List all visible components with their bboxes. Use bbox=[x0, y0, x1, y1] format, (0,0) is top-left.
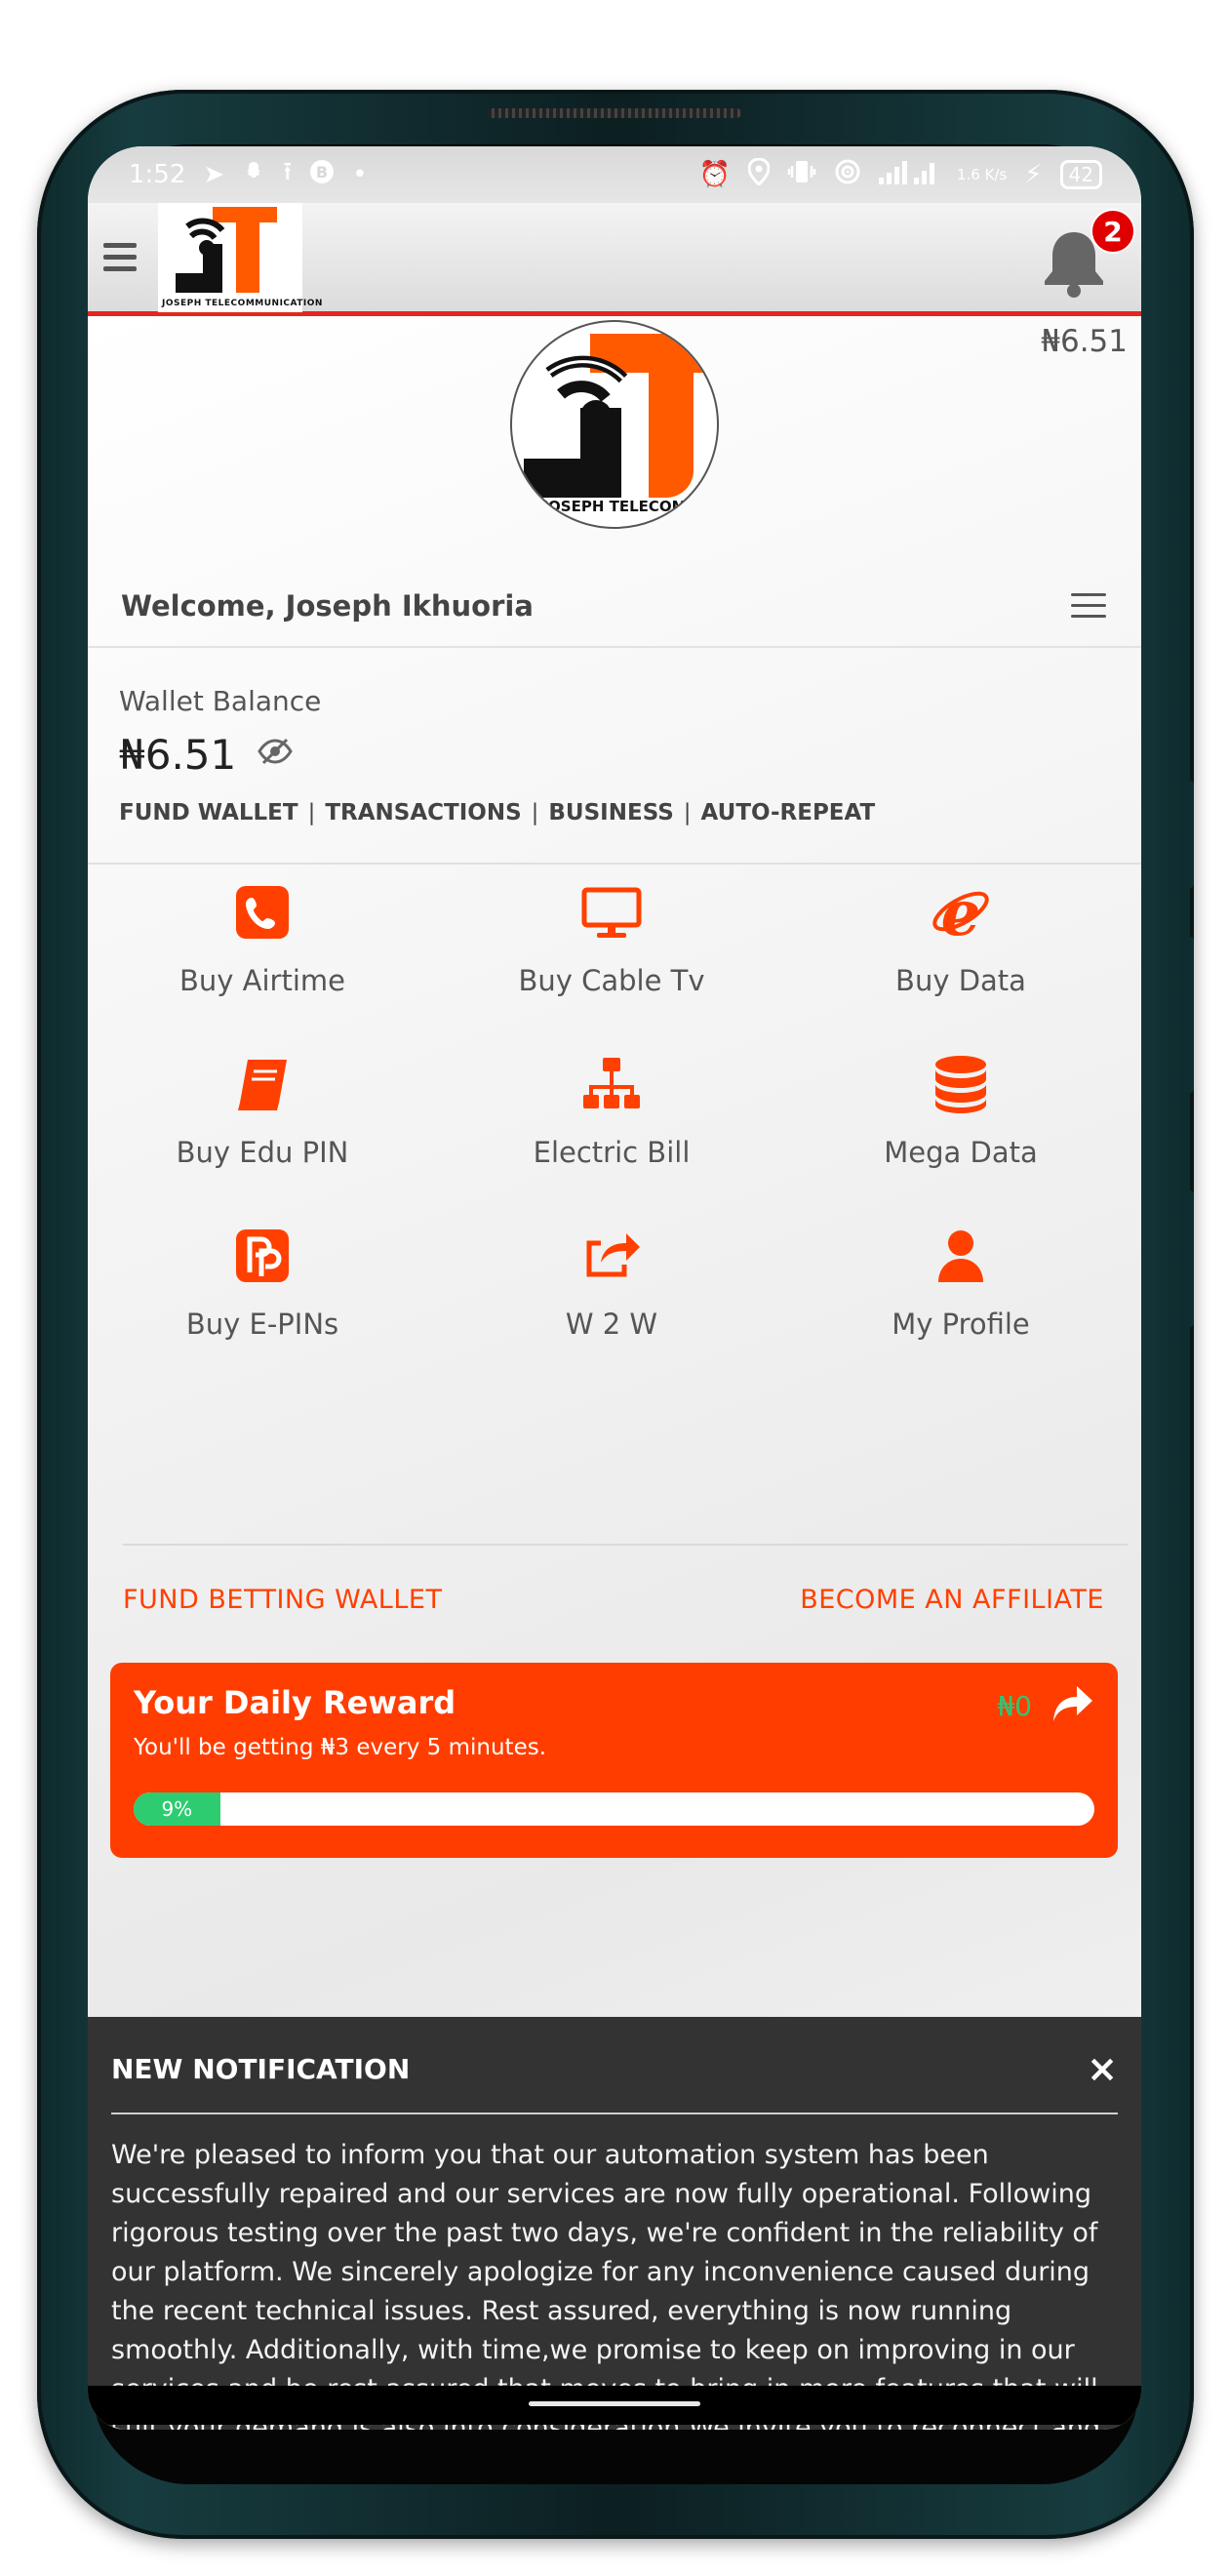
share-icon[interactable] bbox=[1051, 1684, 1094, 1723]
buy-airtime-tile[interactable]: Buy Airtime bbox=[88, 882, 437, 997]
notification-panel: NEW NOTIFICATION × We're pleased to info… bbox=[88, 2017, 1141, 2430]
app-bar: JOSEPH TELECOMMUNICATION 2 bbox=[88, 202, 1141, 316]
share-square-icon bbox=[586, 1233, 640, 1277]
location-icon bbox=[747, 156, 771, 192]
my-profile-label: My Profile bbox=[892, 1308, 1030, 1341]
system-nav-bar bbox=[88, 2386, 1141, 2425]
network-speed: 1.6 K/s bbox=[956, 165, 1008, 183]
wallet-amount: ₦6.51 bbox=[119, 731, 237, 779]
phone-screen: 1:52 ➤ ⭱ B • ⏰ 1.6 K/s ⚡ 42 JOSEPH TELEC… bbox=[88, 146, 1141, 2430]
monitor-icon bbox=[581, 887, 642, 938]
reward-subtitle: You'll be getting ₦3 every 5 minutes. bbox=[134, 1735, 547, 1760]
divider bbox=[88, 863, 1141, 865]
sitemap-icon bbox=[583, 1058, 640, 1108]
become-affiliate-link[interactable]: BECOME AN AFFILIATE bbox=[800, 1585, 1104, 1615]
wallet-section: Wallet Balance ₦6.51 FUND WALLET | TRANS… bbox=[119, 685, 875, 825]
battery-level: 42 bbox=[1059, 160, 1102, 189]
side-button bbox=[1184, 1190, 1194, 1327]
mega-data-label: Mega Data bbox=[884, 1136, 1038, 1169]
side-button bbox=[1184, 781, 1194, 888]
buy-e-pins-label: Buy E-PINs bbox=[185, 1308, 339, 1341]
brand-logo: JOSEPH TELECOM bbox=[510, 320, 719, 529]
nav-drawer-button[interactable] bbox=[103, 243, 137, 271]
phone-icon bbox=[236, 886, 289, 939]
snapchat-icon bbox=[242, 160, 265, 190]
reward-amount: ₦0 bbox=[997, 1690, 1032, 1722]
w2w-label: W 2 W bbox=[565, 1308, 658, 1341]
internet-explorer-icon: e bbox=[932, 882, 989, 943]
home-gesture-handle[interactable] bbox=[529, 2401, 700, 2406]
reward-progress-fill: 9% bbox=[134, 1792, 220, 1826]
upload-icon: ⭱ bbox=[283, 157, 293, 186]
signal-icon bbox=[878, 158, 939, 192]
alarm-icon: ⏰ bbox=[698, 160, 731, 189]
user-icon bbox=[938, 1230, 983, 1282]
app-logo[interactable]: JOSEPH TELECOMMUNICATION bbox=[158, 202, 322, 312]
buy-airtime-label: Buy Airtime bbox=[179, 964, 345, 997]
status-time: 1:52 bbox=[129, 160, 186, 189]
svg-text:B: B bbox=[316, 163, 328, 181]
notification-count-badge: 2 bbox=[1090, 209, 1135, 254]
charging-icon: ⚡ bbox=[1024, 160, 1043, 189]
buy-edu-pin-tile[interactable]: Buy Edu PIN bbox=[88, 1054, 437, 1169]
electric-bill-label: Electric Bill bbox=[533, 1136, 691, 1169]
business-link[interactable]: BUSINESS bbox=[548, 800, 673, 825]
buy-cable-tv-label: Buy Cable Tv bbox=[518, 964, 705, 997]
main-content: ₦6.51 JOSEPH TELECOM Welcome, Joseph Ikh… bbox=[88, 316, 1141, 2430]
book-icon bbox=[238, 1060, 287, 1110]
wallet-links: FUND WALLET | TRANSACTIONS | BUSINESS | … bbox=[119, 800, 876, 825]
database-icon bbox=[935, 1056, 986, 1113]
notification-title: NEW NOTIFICATION bbox=[111, 2052, 411, 2085]
w2w-tile[interactable]: W 2 W bbox=[437, 1226, 786, 1341]
close-icon[interactable]: × bbox=[1087, 2047, 1118, 2090]
welcome-row: Welcome, Joseph Ikhuoria bbox=[88, 565, 1141, 648]
reward-title: Your Daily Reward bbox=[134, 1684, 456, 1721]
app-logo-caption: JOSEPH TELECOMMUNICATION bbox=[162, 298, 323, 308]
bitcoin-icon: B bbox=[309, 159, 335, 191]
daily-reward-card: Your Daily Reward ₦0 You'll be getting ₦… bbox=[110, 1663, 1118, 1858]
electric-bill-tile[interactable]: Electric Bill bbox=[437, 1054, 786, 1169]
status-bar: 1:52 ➤ ⭱ B • ⏰ 1.6 K/s ⚡ 42 bbox=[88, 146, 1141, 203]
dot-icon: • bbox=[352, 160, 368, 189]
menu-button[interactable] bbox=[1071, 593, 1106, 618]
hide-balance-icon[interactable] bbox=[258, 738, 294, 773]
divider bbox=[123, 1544, 1128, 1546]
services-grid: Buy Airtime Buy Cable Tv e Buy Data Buy … bbox=[88, 882, 1141, 1341]
brand-logo-caption: JOSEPH TELECOM bbox=[542, 498, 687, 515]
mega-data-tile[interactable]: Mega Data bbox=[786, 1054, 1135, 1169]
buy-data-label: Buy Data bbox=[895, 964, 1026, 997]
pp-icon bbox=[236, 1229, 289, 1282]
fund-wallet-link[interactable]: FUND WALLET bbox=[119, 800, 298, 825]
buy-data-tile[interactable]: e Buy Data bbox=[786, 882, 1135, 997]
telegram-icon: ➤ bbox=[203, 160, 225, 189]
side-button bbox=[1184, 937, 1194, 1093]
earpiece-speaker bbox=[488, 108, 741, 118]
reward-progress-bar: 9% bbox=[134, 1792, 1094, 1826]
wallet-label: Wallet Balance bbox=[119, 685, 322, 717]
welcome-text: Welcome, Joseph Ikhuoria bbox=[121, 588, 534, 623]
my-profile-tile[interactable]: My Profile bbox=[786, 1226, 1135, 1341]
quick-links: FUND BETTING WALLET BECOME AN AFFILIATE bbox=[123, 1585, 1104, 1615]
fund-betting-wallet-link[interactable]: FUND BETTING WALLET bbox=[123, 1585, 442, 1615]
transactions-link[interactable]: TRANSACTIONS bbox=[325, 800, 521, 825]
buy-e-pins-tile[interactable]: Buy E-PINs bbox=[88, 1226, 437, 1341]
buy-edu-pin-label: Buy Edu PIN bbox=[176, 1136, 349, 1169]
notification-body: We're pleased to inform you that our aut… bbox=[111, 2140, 1100, 2430]
hotspot-icon bbox=[834, 158, 861, 192]
header-balance: ₦6.51 bbox=[1041, 324, 1128, 359]
auto-repeat-link[interactable]: AUTO-REPEAT bbox=[701, 800, 876, 825]
svg-text:e: e bbox=[941, 882, 981, 943]
buy-cable-tv-tile[interactable]: Buy Cable Tv bbox=[437, 882, 786, 997]
vibrate-icon bbox=[787, 159, 816, 191]
